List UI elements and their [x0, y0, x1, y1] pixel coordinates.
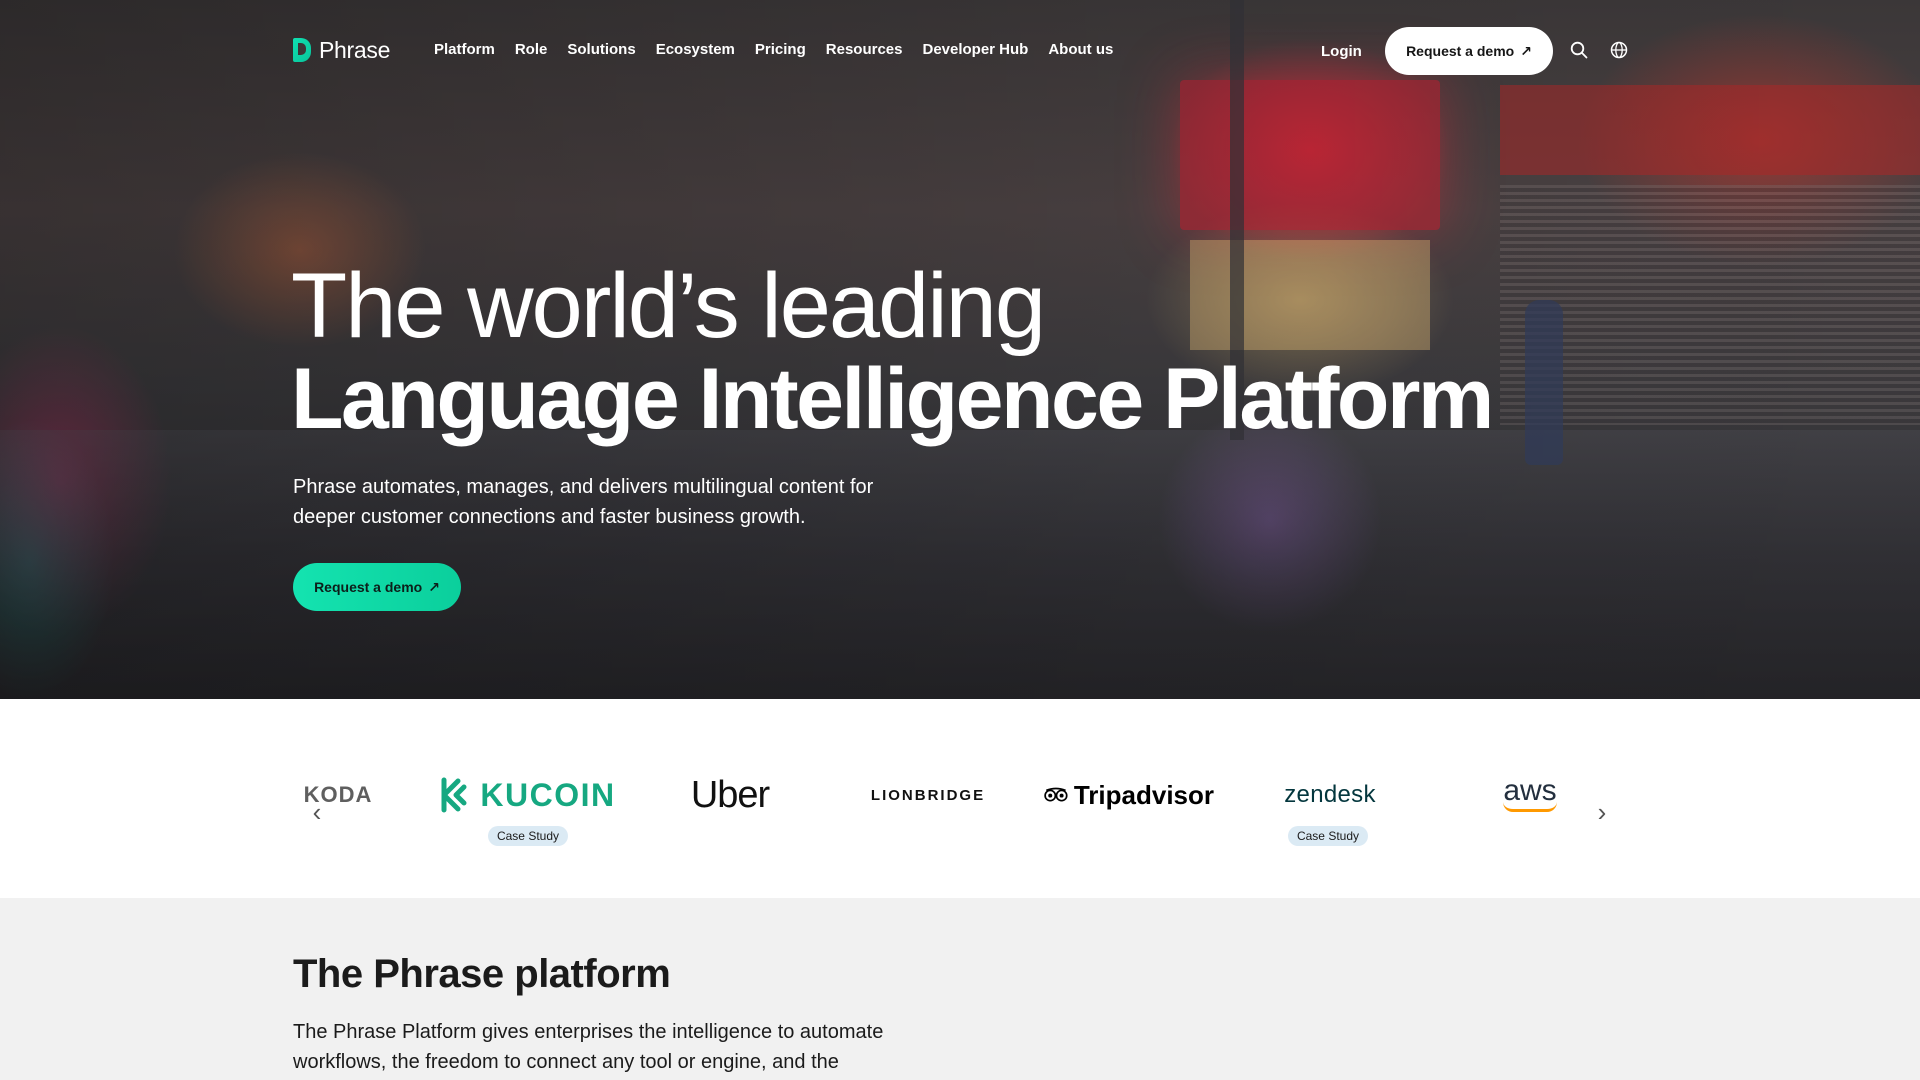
hero-request-demo-button[interactable]: Request a demo ↗ [293, 563, 461, 611]
logo-skoda[interactable]: KODA [298, 775, 378, 815]
hero-request-demo-label: Request a demo [314, 579, 423, 595]
search-icon[interactable] [1570, 41, 1588, 59]
arrow-up-right-icon: ↗ [1520, 42, 1532, 59]
logo-uber[interactable]: Uber [680, 774, 780, 816]
hero-title-line1: The world’s leading [291, 255, 1046, 357]
case-study-badge[interactable]: Case Study [1288, 826, 1368, 846]
globe-icon[interactable] [1610, 41, 1628, 59]
nav-request-demo-button[interactable]: Request a demo ↗ [1385, 27, 1553, 75]
nav-request-demo-label: Request a demo [1406, 43, 1515, 59]
nav-link-pricing[interactable]: Pricing [755, 41, 806, 58]
nav-link-ecosystem[interactable]: Ecosystem [656, 41, 735, 58]
nav-links: Platform Role Solutions Ecosystem Pricin… [434, 41, 1113, 58]
nav-link-developer-hub[interactable]: Developer Hub [922, 41, 1028, 58]
logo-tripadvisor[interactable]: Tripadvisor [1044, 775, 1214, 815]
logo-aws[interactable]: aws [1495, 775, 1565, 815]
top-navigation: Phrase Platform Role Solutions Ecosystem… [0, 0, 1920, 100]
tripadvisor-owl-icon [1044, 787, 1068, 802]
nav-link-platform[interactable]: Platform [434, 41, 495, 58]
nav-link-resources[interactable]: Resources [826, 41, 903, 58]
nav-link-role[interactable]: Role [515, 41, 548, 58]
phrase-logo-icon [293, 37, 313, 64]
logo-lionbridge[interactable]: LIONBRIDGE [871, 775, 984, 815]
logo-kucoin[interactable]: KUCOIN [440, 775, 616, 815]
kucoin-mark-icon [441, 777, 467, 813]
logo-zendesk[interactable]: zendesk [1282, 775, 1378, 815]
platform-title: The Phrase platform [293, 952, 671, 996]
platform-description: The Phrase Platform gives enterprises th… [293, 1021, 884, 1073]
nav-link-about-us[interactable]: About us [1048, 41, 1113, 58]
aws-wordmark: aws [1503, 774, 1557, 807]
aws-smile-icon [1503, 802, 1557, 812]
login-link[interactable]: Login [1321, 43, 1362, 60]
arrow-up-right-icon: ↗ [428, 578, 440, 595]
case-study-badge[interactable]: Case Study [488, 826, 568, 846]
hero-subtitle: Phrase automates, manages, and delivers … [293, 476, 874, 528]
hero-title-line2: Language Intelligence Platform [291, 351, 1494, 447]
kucoin-wordmark: KUCOIN [480, 776, 616, 813]
hero-title: The world’s leading Language Intelligenc… [291, 255, 1494, 447]
carousel-next-arrow-icon[interactable]: › [1592, 799, 1612, 825]
phrase-logo[interactable]: Phrase [293, 37, 390, 64]
platform-section [0, 898, 1920, 1080]
logo-text: Phrase [319, 37, 391, 63]
nav-link-solutions[interactable]: Solutions [567, 41, 635, 58]
tripadvisor-wordmark: Tripadvisor [1073, 779, 1214, 810]
